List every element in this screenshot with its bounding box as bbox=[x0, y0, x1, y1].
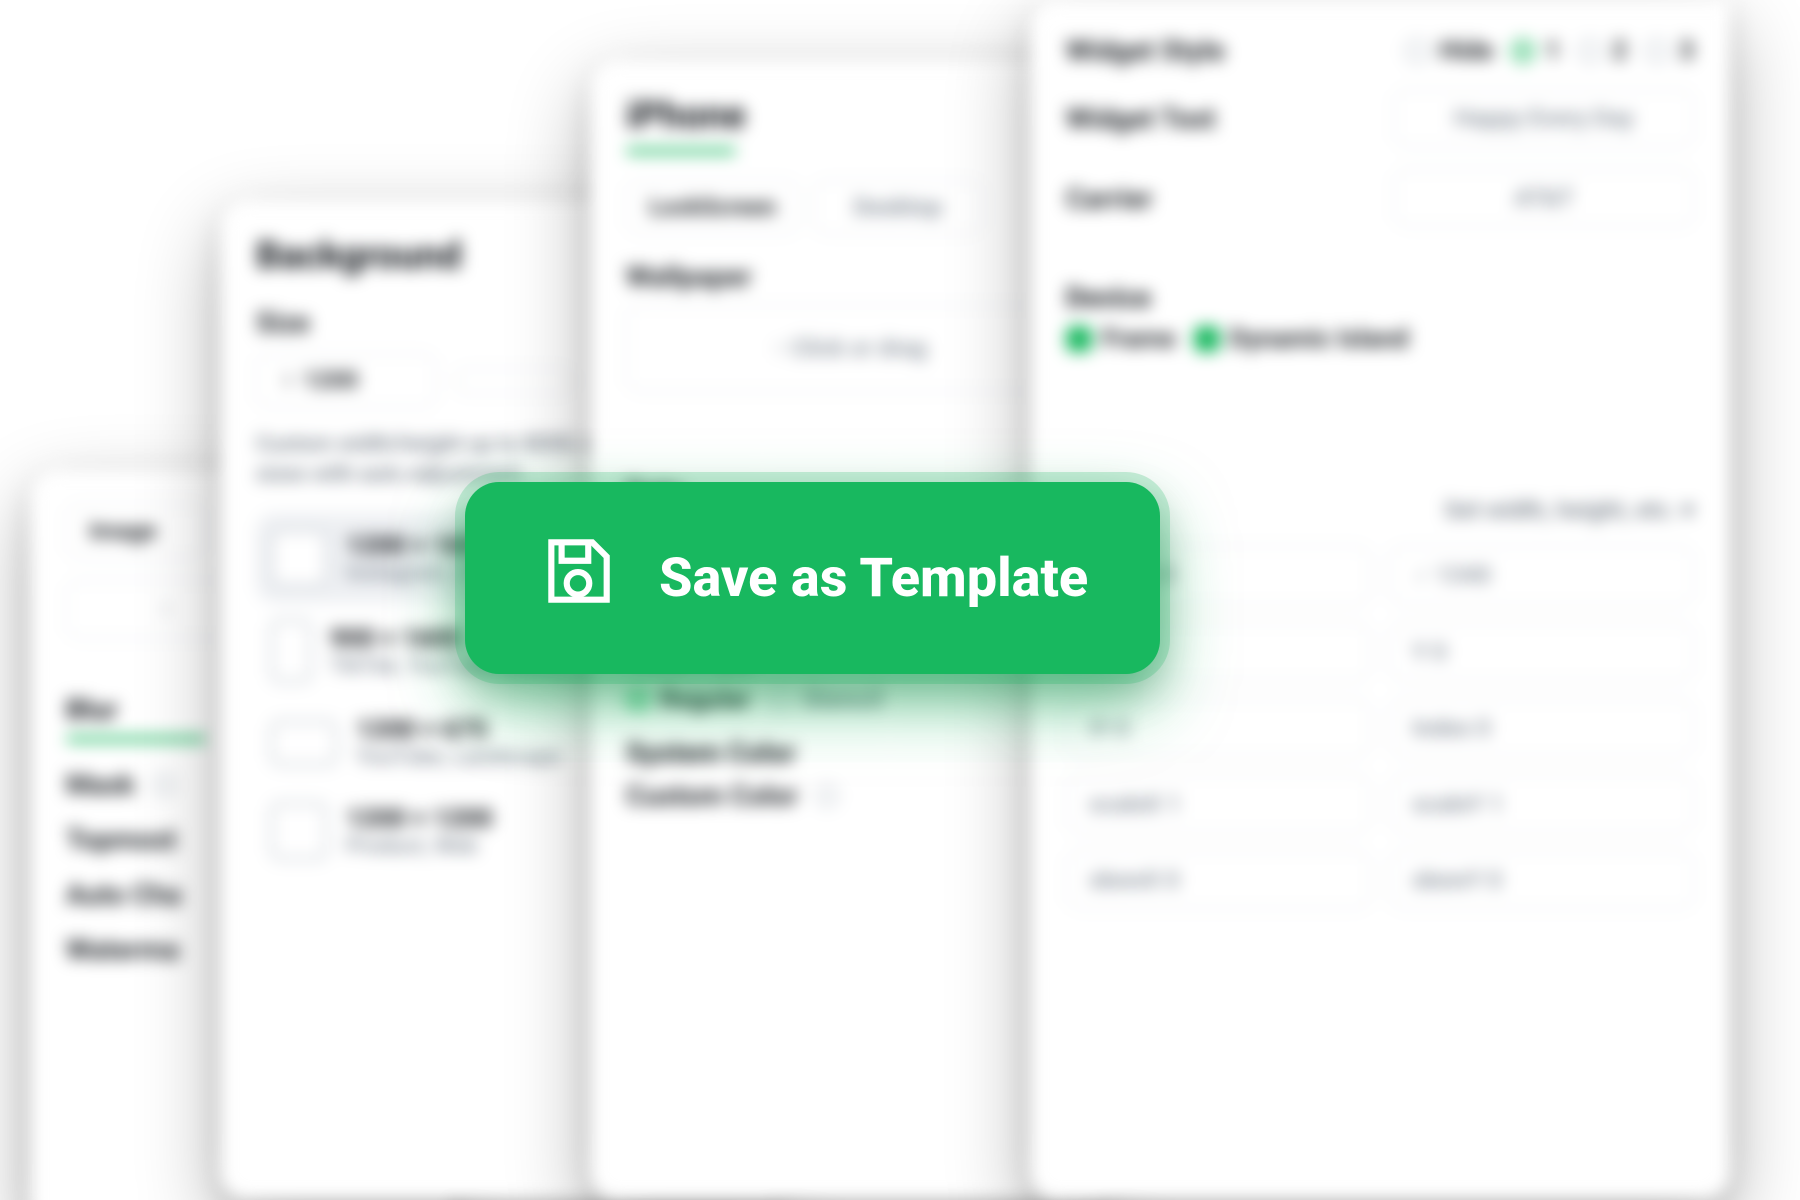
timefont-stencil[interactable]: Stencil bbox=[768, 684, 882, 714]
preset-thumb-icon bbox=[270, 619, 312, 683]
index-input[interactable]: Index 0 bbox=[1389, 699, 1694, 757]
label-watermark: Waterma bbox=[66, 933, 179, 966]
skewx-input[interactable]: skewX 0 bbox=[1066, 851, 1371, 909]
ws-1-label: 1 bbox=[1545, 36, 1560, 66]
ws-2-label: 2 bbox=[1612, 36, 1627, 66]
label-topmost: Topmost bbox=[66, 823, 176, 856]
set-dimensions-toggle[interactable]: Set width, height, etc. ▾ bbox=[1444, 496, 1694, 524]
widget-text-label: Widget Text bbox=[1066, 102, 1215, 135]
height-input[interactable]: ♂ 1340 bbox=[1389, 546, 1694, 605]
widget-style-label: Widget Style bbox=[1066, 34, 1225, 67]
device-frame-label: Frame bbox=[1102, 324, 1176, 354]
wallpaper-label: Wallpaper bbox=[626, 260, 1074, 293]
custom-color-label: Custom Color bbox=[626, 779, 798, 812]
rotation-input[interactable]: ⟳ 0 bbox=[1066, 699, 1371, 757]
label-autochange: Auto Cha bbox=[66, 878, 181, 911]
widget-style-2[interactable]: 2 bbox=[1578, 36, 1627, 66]
skewy-input[interactable]: skewY 0 bbox=[1389, 851, 1694, 909]
save-as-template-label: Save as Template bbox=[659, 547, 1088, 610]
widget-style-1[interactable]: 1 bbox=[1511, 36, 1560, 66]
widget-text-input[interactable]: Happy Every Day bbox=[1394, 89, 1694, 147]
label-mask: Mask bbox=[66, 768, 135, 801]
mask-toggle[interactable] bbox=[153, 774, 175, 796]
ws-3-label: 3 bbox=[1679, 36, 1694, 66]
preset-thumb-icon bbox=[270, 802, 328, 860]
device-frame-check[interactable]: Frame bbox=[1066, 324, 1176, 354]
ws-hide-label: Hide bbox=[1439, 36, 1493, 66]
save-icon bbox=[537, 530, 619, 626]
system-color-label: System Color bbox=[626, 736, 1074, 769]
widget-style-3[interactable]: 3 bbox=[1645, 36, 1694, 66]
carrier-input[interactable]: AT&T bbox=[1394, 169, 1694, 227]
device-island-label: Dynamic Island bbox=[1230, 324, 1409, 354]
carrier-label: Carrier bbox=[1066, 182, 1153, 215]
preset-thumb-icon bbox=[270, 720, 338, 766]
wallpaper-dropzone[interactable]: ↑ Click or drag bbox=[626, 305, 1074, 392]
preset-desc: YouTube, Landscape bbox=[356, 745, 561, 770]
preset-size: 1200 × 1200 bbox=[346, 804, 493, 834]
size-width-input[interactable]: ♀ 1200 bbox=[256, 353, 436, 408]
preset-thumb-icon bbox=[270, 529, 328, 587]
tab-desktop[interactable]: Desktop bbox=[813, 180, 983, 234]
preset-size: 1200 × 675 bbox=[356, 715, 561, 745]
widget-style-hide[interactable]: Hide bbox=[1405, 36, 1493, 66]
timefont-regular-label: Regular bbox=[660, 684, 750, 714]
save-as-template-button[interactable]: Save as Template bbox=[465, 482, 1160, 674]
tab-image[interactable]: Image bbox=[66, 504, 206, 558]
timefont-stencil-label: Stencil bbox=[802, 684, 882, 714]
y-input[interactable]: Y 0 bbox=[1389, 623, 1694, 681]
tab-lockscreen[interactable]: LockScreen bbox=[626, 180, 799, 234]
timefont-regular[interactable]: Regular bbox=[626, 684, 750, 714]
iphone-title: iPhone bbox=[626, 94, 1074, 138]
device-label: Device bbox=[1066, 281, 1694, 314]
custom-color-toggle[interactable] bbox=[816, 785, 838, 807]
device-island-check[interactable]: Dynamic Island bbox=[1194, 324, 1409, 354]
size-height-input[interactable] bbox=[454, 368, 574, 394]
preset-desc: Product, Web bbox=[346, 834, 493, 859]
scaley-input[interactable]: scaleY 1 bbox=[1389, 775, 1694, 833]
scalex-input[interactable]: scaleX 1 bbox=[1066, 775, 1371, 833]
